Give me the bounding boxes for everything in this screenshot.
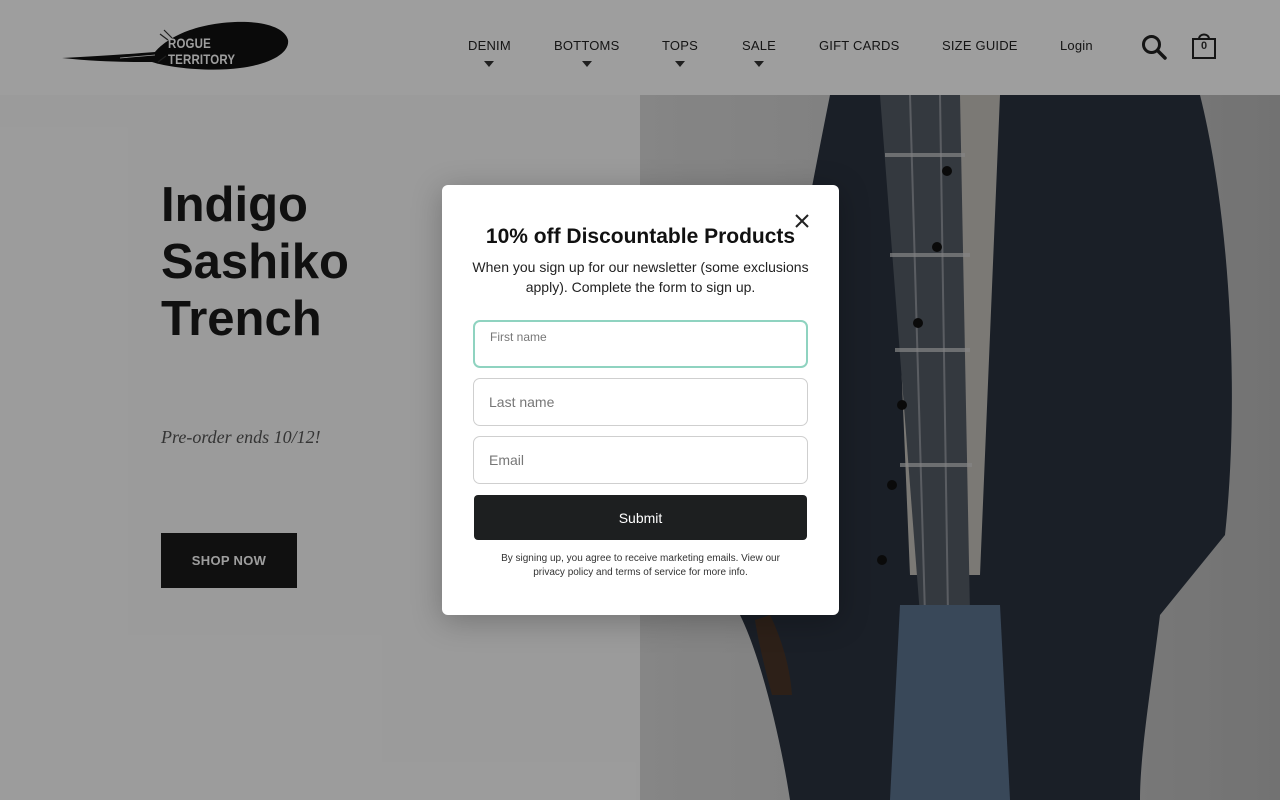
submit-button[interactable]: Submit — [474, 495, 807, 540]
first-name-input[interactable] — [490, 334, 790, 364]
modal-title: 10% off Discountable Products — [485, 225, 796, 248]
last-name-input[interactable] — [489, 379, 789, 425]
modal-description: When you sign up for our newsletter (som… — [472, 259, 809, 295]
first-name-field[interactable]: First name — [473, 320, 808, 368]
legal-text: By signing up, you agree to receive mark… — [501, 553, 780, 578]
last-name-field[interactable] — [473, 378, 808, 426]
email-input[interactable] — [489, 437, 789, 483]
newsletter-modal: 10% off Discountable Products When you s… — [442, 185, 839, 615]
email-field[interactable] — [473, 436, 808, 484]
